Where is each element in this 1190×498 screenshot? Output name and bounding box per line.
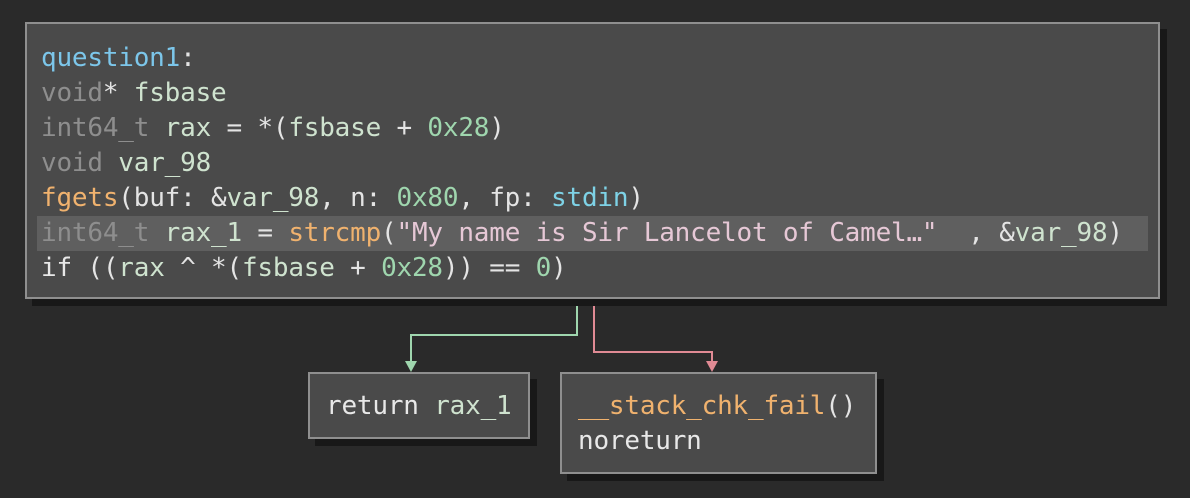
token-num: 0x28 [427,113,490,143]
code-line[interactable]: void var_98 [37,146,1148,181]
token-type: int64_t [41,218,150,248]
token-punct [103,148,118,178]
token-num: 0x28 [381,253,443,283]
token-punct: () [825,391,857,421]
code-line[interactable]: void* fsbase [37,76,1148,111]
basic-block-stack-chk-fail[interactable]: __stack_chk_fail() noreturn [560,372,877,474]
token-punct: + [381,113,428,143]
code-line[interactable]: noreturn [574,424,856,459]
token-punct: ) [551,253,567,283]
token-punct: )) == [442,253,536,283]
block-code: __stack_chk_fail() noreturn [574,389,856,459]
token-punct: ( [381,218,397,248]
token-kw: return [326,391,419,421]
edge-true-to-return[interactable] [410,300,578,362]
token-str: "My name is Sir Lancelot of Camel…" [396,218,938,248]
token-punct: ) [489,113,505,143]
token-punct: * [102,78,134,108]
token-punct: : [180,43,196,73]
edge-false-arrowhead [706,361,718,372]
token-func: strcmp [288,218,382,248]
token-num: 0 [535,253,552,283]
code-line-highlighted[interactable]: int64_t rax_1 = strcmp("My name is Sir L… [37,216,1148,251]
token-var: var_98 [1014,218,1108,248]
token-punct: , & [937,218,1015,248]
token-var: rax_1 [434,391,512,421]
code-line[interactable]: question1: [37,41,1148,76]
token-var: rax [164,113,212,143]
token-type: int64_t [41,113,150,143]
token-punct: (buf: & [118,183,227,213]
token-var: var_98 [118,148,212,178]
edge-true-arrowhead [405,361,417,372]
code-line[interactable]: fgets(buf: &var_98, n: 0x80, fp: stdin) [37,181,1148,216]
code-line[interactable]: if ((rax ^ *(fsbase + 0x28)) == 0) [37,251,1148,286]
token-punct [419,391,434,421]
token-var: rax_1 [164,218,242,248]
code-line[interactable]: return rax_1 [322,389,512,424]
token-func: fgets [41,183,119,213]
token-punct: ) [1107,218,1123,248]
token-func: __stack_chk_fail [578,391,826,421]
token-punct: + [334,253,382,283]
token-punct [149,218,164,248]
token-sym: stdin [551,183,629,213]
token-punct: ) [628,183,644,213]
token-punct: , n: [319,183,397,213]
token-var: fsbase [241,253,335,283]
token-var: var_98 [226,183,320,213]
basic-block-return[interactable]: return rax_1 [308,372,530,439]
edge-false-to-stack-chk-fail[interactable] [593,300,713,362]
token-punct: = *( [211,113,289,143]
token-punct: = [241,218,289,248]
token-punct: ^ *( [164,253,242,283]
token-kw: noreturn [578,426,702,456]
token-var: fsbase [133,78,227,108]
token-kw: if [41,253,72,283]
token-label: question1 [41,43,181,73]
basic-block-question1[interactable]: question1: void* fsbase int64_t rax = *(fs… [25,22,1160,299]
block-code: return rax_1 [322,389,512,424]
token-punct: (( [71,253,119,283]
token-num: 0x80 [396,183,459,213]
token-var: fsbase [288,113,382,143]
code-line[interactable]: __stack_chk_fail() [574,389,856,424]
block-code: question1: void* fsbase int64_t rax = *(fs… [37,41,1148,286]
token-type: void [41,78,103,108]
token-type: void [41,148,103,178]
token-var: rax [118,253,165,283]
token-punct: , fp: [458,183,552,213]
code-line[interactable]: int64_t rax = *(fsbase + 0x28) [37,111,1148,146]
token-punct [149,113,164,143]
